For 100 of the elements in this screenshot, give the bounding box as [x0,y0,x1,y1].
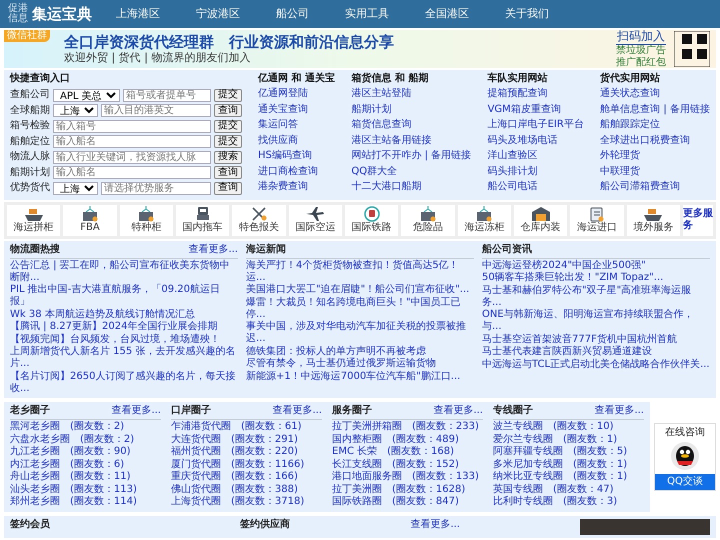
service-tile[interactable]: 国际空运 [288,204,342,236]
circle-link[interactable]: 波兰专线圈 (圈友数：10) [493,421,644,434]
input-field[interactable]: 输入箱号 [53,120,211,133]
news-link[interactable]: 上周新增货代人新名片 155 张，去开发感兴趣的名片... [10,346,238,370]
circle-link[interactable]: 上海货代圈 (圈友数：3718) [171,496,322,508]
circle-link[interactable]: 爱尔兰专线圈 (圈友数：1) [493,434,644,446]
circle-link[interactable]: 黑河老乡圈 (圈友数：2) [10,421,161,434]
circle-link[interactable]: 内江老乡圈 (圈友数：6) [10,458,161,471]
nav-link[interactable]: 上海港区 [116,7,160,21]
circle-link[interactable]: 舟山老乡圈 (圈友数：11) [10,471,161,484]
news-link[interactable]: Wk 38 本周航运趋势及航线订舱情况汇总 [10,308,238,321]
news-link[interactable]: 美国港口大罢工"迫在眉睫"！船公司们宣布征收"... [246,284,474,296]
service-tile[interactable]: 特种柜 [120,204,173,236]
query-button[interactable]: 提交 [214,120,242,133]
site-logo[interactable]: 集运宝典 [32,5,92,23]
quick-link[interactable]: 找供应商 [258,134,335,150]
circle-link[interactable]: 福州货代圈 (圈友数：220) [171,446,322,458]
circle-link[interactable]: 汕头老乡圈 (圈友数：113) [10,484,161,496]
quick-link[interactable]: 中联理货 [600,166,710,181]
quick-link[interactable]: 十二大港口船期 [351,181,472,196]
quick-link[interactable]: 船舶跟踪定位 [600,119,710,134]
nav-link[interactable]: 关于我们 [505,7,549,21]
quick-link[interactable]: 集运问答 [258,119,335,134]
query-button[interactable]: 查询 [214,166,242,180]
circle-link[interactable]: 拉丁美洲拼箱圈 (圈友数：233) [332,421,483,434]
news-link[interactable]: 【视频完闻】台风频发，台风过境，堆场遭殃！ [10,334,238,346]
news-link[interactable]: 50辆客车搭乘巨轮出发！"ZIM Topaz"... [482,272,710,284]
query-button[interactable]: 查询 [214,104,242,118]
service-tile[interactable]: 更多服务 [682,204,713,236]
quick-link[interactable]: 船期计划 [351,104,472,119]
input-field[interactable]: 请选择优势服务 [101,182,211,195]
news-link[interactable]: 马士基代表建言陕西新兴贸易通道建设 [482,346,710,358]
news-link[interactable]: 马士基空运首架波音777F货机中国杭州首航 [482,334,710,346]
news-link[interactable]: 公告汇总 | 罢工在即，船公司宣布征收美东货物中断附... [10,260,238,284]
input-field[interactable]: 输入船名 [53,166,211,180]
nav-link[interactable]: 实用工具 [345,7,389,21]
news-link[interactable]: 中远海运登榜2024"中国企业500强" [482,260,710,272]
circle-link[interactable]: 乍浦港货代圈 (圈友数：61) [171,421,322,434]
quick-link[interactable]: 码头排计划 [488,166,584,181]
quick-link[interactable]: 外轮理货 [600,150,710,166]
quick-link[interactable]: 港区主站登陆 [351,88,472,104]
service-tile[interactable]: 境外服务 [626,204,680,236]
circle-link[interactable]: 纳米比亚专线圈 (圈友数：1) [493,471,644,484]
more-link[interactable]: 查看更多... [594,405,644,419]
service-tile[interactable]: 海运拼柜 [7,204,60,236]
input-field[interactable]: 输入船名 [53,135,211,148]
quick-link[interactable]: 码头及堆场电话 [488,134,584,150]
quick-link[interactable]: VGM箱皮重查询 [488,104,584,119]
circle-link[interactable]: EMC 长荣 (圈友数：168) [332,446,483,458]
news-link[interactable]: 新能源+1！中远海运7000车位汽车船"鹏江口... [246,370,474,383]
more-link[interactable]: 查看更多... [433,405,483,419]
news-link[interactable]: PIL 推出中国-吉大港直航服务，「09.20航运日报」 [10,284,238,308]
circle-link[interactable]: 多米尼加专线圈 (圈友数：1) [493,458,644,471]
port-select[interactable]: 上海 [53,182,98,195]
circle-link[interactable]: 比利时专线圈 (圈友数：3) [493,496,644,508]
quick-link[interactable]: 船公司滞箱费查询 [600,181,710,196]
news-link[interactable]: 马士基和赫伯罗特公布"双子星"高准班率海运服务... [482,284,710,309]
circle-link[interactable]: 六盘水老乡圈 (圈友数：2) [10,434,161,446]
quick-link[interactable]: 亿通网登陆 [258,88,335,104]
circle-link[interactable]: 佛山货代圈 (圈友数：388) [171,484,322,496]
news-link[interactable]: 【腾讯 | 8.27更新】2024年全国行业展会排期 [10,321,238,334]
quick-link[interactable]: 通关宝查询 [258,104,335,119]
circle-link[interactable]: 国际铁路圈 (圈友数：847) [332,496,483,508]
news-link[interactable]: 中远海运与TCL正式启动北美仓储战略合作伙伴关... [482,358,710,371]
quick-link[interactable]: QQ群大全 [351,166,472,181]
circle-link[interactable]: 重庆货代圈 (圈友数：166) [171,471,322,484]
news-link[interactable]: 德铁集团：投标人的单方声明不再被考虑 [246,346,474,358]
nav-link[interactable]: 全国港区 [425,7,469,21]
more-link[interactable]: 查看更多... [272,405,322,419]
circle-link[interactable]: 厦门货代圈 (圈友数：1166) [171,458,322,471]
circle-link[interactable]: 大连货代圈 (圈友数：291) [171,434,322,446]
port-select[interactable]: 上海 [53,104,98,118]
news-link[interactable]: ONE与韩新海运、阳明海运宣布持续联盟合作，与... [482,309,710,334]
quick-link[interactable]: 上海口岸电子EIR平台 [488,119,584,134]
service-tile[interactable]: 危险品 [401,204,455,236]
qq-chat-button[interactable]: QQ交谈 [655,474,715,490]
quick-link[interactable]: 网站打不开咋办 | 备用链接 [351,150,472,166]
news-link[interactable]: 【名片订阅】2650人订阅了感兴趣的名片，每天接收... [10,370,238,395]
quick-link[interactable]: 提箱预配查询 [488,88,584,104]
nav-link[interactable]: 宁波港区 [196,7,240,21]
quick-link[interactable]: 进口商检查询 [258,166,335,181]
service-tile[interactable]: 海运冻柜 [458,204,511,236]
quick-link[interactable]: 港区主站备用链接 [351,134,472,150]
quick-link[interactable]: 舱单信息查询 | 备用链接 [600,104,710,119]
more-link[interactable]: 查看更多... [111,405,161,419]
service-tile[interactable]: 海运进口 [570,204,624,236]
service-tile[interactable]: 国内拖车 [176,204,230,236]
circle-link[interactable]: 九江老乡圈 (圈友数：90) [10,446,161,458]
circle-link[interactable]: 国内整柜圈 (圈友数：489) [332,434,483,446]
port-select[interactable]: APL 美总 [53,88,120,102]
quick-link[interactable]: 洋山查验区 [488,150,584,166]
query-button[interactable]: 提交 [214,135,242,148]
quick-link[interactable]: HS编码查询 [258,150,335,166]
quick-link[interactable]: 船公司电话 [488,181,584,196]
service-tile[interactable]: FBA [63,204,117,236]
query-button[interactable]: 搜索 [214,150,242,164]
more-link[interactable]: 查看更多... [410,518,460,534]
quick-link[interactable]: 全球进出口税费查询 [600,134,710,150]
service-tile[interactable]: 仓库内装 [514,204,568,236]
query-button[interactable]: 查询 [214,182,242,195]
